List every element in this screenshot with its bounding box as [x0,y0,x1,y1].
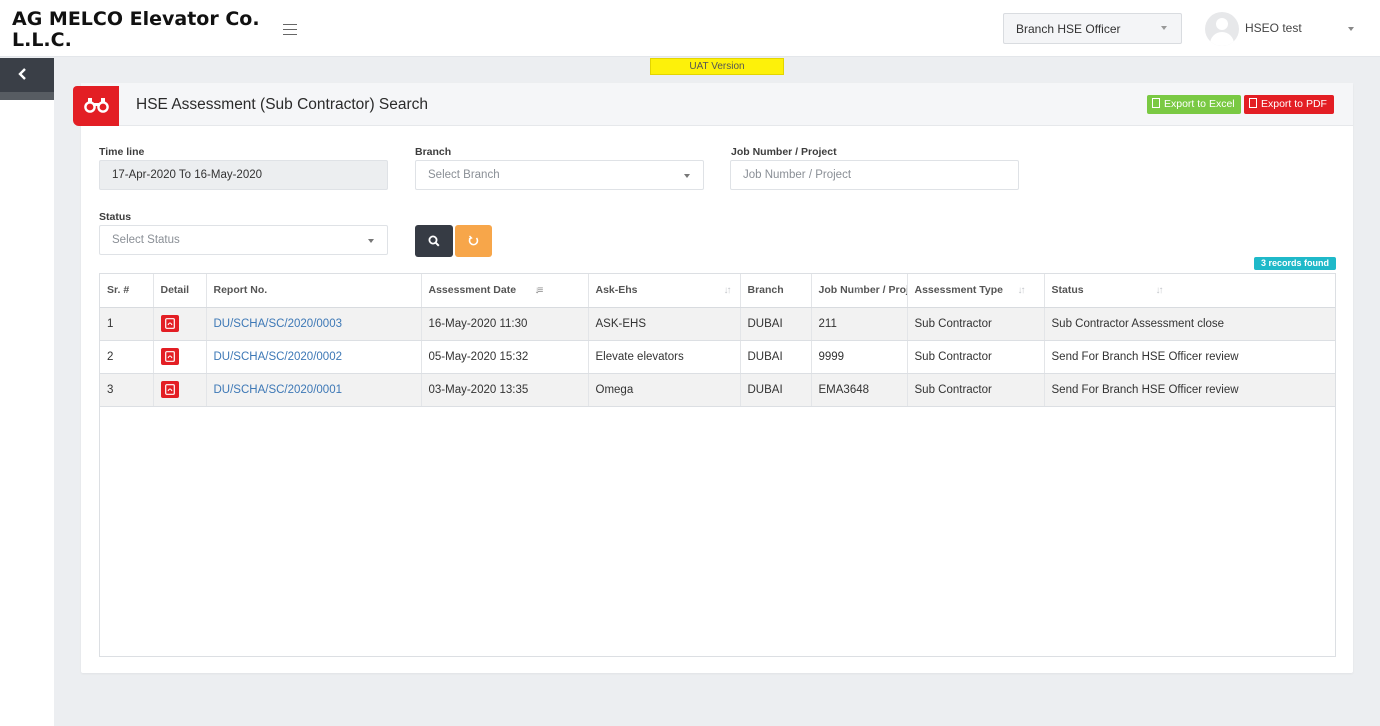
cell-job-number: 211 [811,307,908,341]
results-table: Sr. # Detail Report No. Assessment Date ↓… [99,273,1336,657]
job-number-placeholder: Job Number / Project [743,169,852,181]
status-placeholder: Select Status [112,234,180,246]
branch-label: Branch [415,146,452,158]
cell-assessment-date: 16-May-2020 11:30 [421,307,589,341]
pdf-icon[interactable] [160,315,179,332]
job-number-input[interactable]: Job Number / Project [730,160,1019,190]
sort-icon[interactable]: ↓↑ [1156,285,1164,296]
uat-version-banner: UAT Version [650,58,784,75]
col-job-number[interactable]: Job Number / Project↓↑ [811,274,908,308]
cell-assessment-date: 05-May-2020 15:32 [421,340,589,374]
pdf-icon[interactable] [160,381,179,398]
card-header: HSE Assessment (Sub Contractor) Search E… [73,83,1353,126]
username[interactable]: HSEO test [1245,21,1302,35]
avatar-icon[interactable] [1205,12,1239,46]
cell-branch: DUBAI [740,373,812,407]
cell-detail [153,373,207,407]
table-row: 1 DU/SCHA/SC/2020/0003 16-May-2020 11:30 AS… [100,307,1335,341]
reset-button[interactable] [455,225,492,257]
binoculars-icon [84,98,109,113]
records-found-badge: 3 records found [1254,257,1336,270]
col-assessment-date[interactable]: Assessment Date ↓≡ [421,274,589,308]
branch-placeholder: Select Branch [428,169,500,181]
cell-job-number: 9999 [811,340,908,374]
report-link[interactable]: DU/SCHA/SC/2020/0002 [214,351,342,363]
cell-status: Send For Branch HSE Officer review [1044,340,1335,374]
sort-icon[interactable]: ↓↑ [1018,285,1026,296]
cell-report-no: DU/SCHA/SC/2020/0001 [206,373,422,407]
timeline-value: 17-Apr-2020 To 16-May-2020 [112,169,263,181]
col-detail: Detail [153,274,207,308]
card-icon-badge [73,86,119,126]
export-excel-button[interactable]: Export to Excel [1147,95,1241,114]
cell-job-number: EMA3648 [811,373,908,407]
table-header-row: Sr. # Detail Report No. Assessment Date ↓… [100,274,1335,308]
status-select[interactable]: Select Status [99,225,388,255]
hamburger-icon[interactable] [283,24,297,35]
export-pdf-button[interactable]: Export to PDF [1244,95,1334,114]
chevron-down-icon [1161,26,1167,30]
timeline-label: Time line [99,146,145,158]
col-branch: Branch [740,274,812,308]
sort-desc-icon[interactable]: ↓≡ [535,285,544,296]
cell-branch: DUBAI [740,307,812,341]
col-status[interactable]: Status ↓↑ [1044,274,1335,308]
col-sr[interactable]: Sr. # [100,274,154,308]
chevron-down-icon [368,239,374,243]
status-label: Status [99,211,132,223]
export-pdf-label: Export to PDF [1261,98,1327,110]
role-select[interactable]: Branch HSE Officer [1003,13,1182,44]
cell-report-no: DU/SCHA/SC/2020/0003 [206,307,422,341]
cell-assessment-date: 03-May-2020 13:35 [421,373,589,407]
export-excel-label: Export to Excel [1164,98,1235,110]
reset-icon [468,235,479,246]
col-report-no: Report No. [206,274,422,308]
chevron-left-icon [18,68,26,80]
report-link[interactable]: DU/SCHA/SC/2020/0003 [214,318,342,330]
report-link[interactable]: DU/SCHA/SC/2020/0001 [214,384,342,396]
cell-sr: 1 [100,307,154,341]
company-name: AG MELCO Elevator Co. L.L.C. [12,9,272,51]
search-button[interactable] [415,225,453,257]
search-icon [428,235,440,247]
chevron-down-icon [684,174,690,178]
cell-detail [153,340,207,374]
cell-assessment-type: Sub Contractor [907,373,1045,407]
pdf-file-icon [1249,98,1257,108]
cell-status: Sub Contractor Assessment close [1044,307,1335,341]
cell-detail [153,307,207,341]
sort-icon[interactable]: ↓↑ [724,285,732,296]
cell-assessment-type: Sub Contractor [907,340,1045,374]
sidebar [0,58,54,726]
job-number-label: Job Number / Project [731,146,837,158]
cell-sr: 2 [100,340,154,374]
sidebar-collapse-button[interactable] [0,58,54,92]
table-row: 3 DU/SCHA/SC/2020/0001 03-May-2020 13:35 Om… [100,373,1335,407]
cell-branch: DUBAI [740,340,812,374]
user-menu-chevron-icon[interactable] [1348,27,1354,31]
pdf-icon[interactable] [160,348,179,365]
col-ask-ehs[interactable]: Ask-Ehs ↓↑ [588,274,741,308]
top-header: AG MELCO Elevator Co. L.L.C. Branch HSE … [0,0,1380,57]
excel-icon [1152,98,1160,108]
search-card: HSE Assessment (Sub Contractor) Search E… [73,83,1353,673]
table-row: 2 DU/SCHA/SC/2020/0002 05-May-2020 15:32 El… [100,340,1335,374]
cell-assessment-type: Sub Contractor [907,307,1045,341]
brand-line-1: AG MELCO Elevator Co. [12,8,260,30]
timeline-input[interactable]: 17-Apr-2020 To 16-May-2020 [99,160,388,190]
col-assessment-type[interactable]: Assessment Type ↓↑ [907,274,1045,308]
cell-status: Send For Branch HSE Officer review [1044,373,1335,407]
sidebar-menu-strip [0,92,54,100]
cell-ask-ehs: ASK-EHS [588,307,741,341]
role-select-value: Branch HSE Officer [1016,22,1121,36]
page-title: HSE Assessment (Sub Contractor) Search [136,96,429,113]
cell-report-no: DU/SCHA/SC/2020/0002 [206,340,422,374]
cell-sr: 3 [100,373,154,407]
brand-line-2: L.L.C. [12,29,72,51]
cell-ask-ehs: Omega [588,373,741,407]
branch-select[interactable]: Select Branch [415,160,704,190]
cell-ask-ehs: Elevate elevators [588,340,741,374]
sort-icon[interactable]: ↓↑ [854,285,862,296]
